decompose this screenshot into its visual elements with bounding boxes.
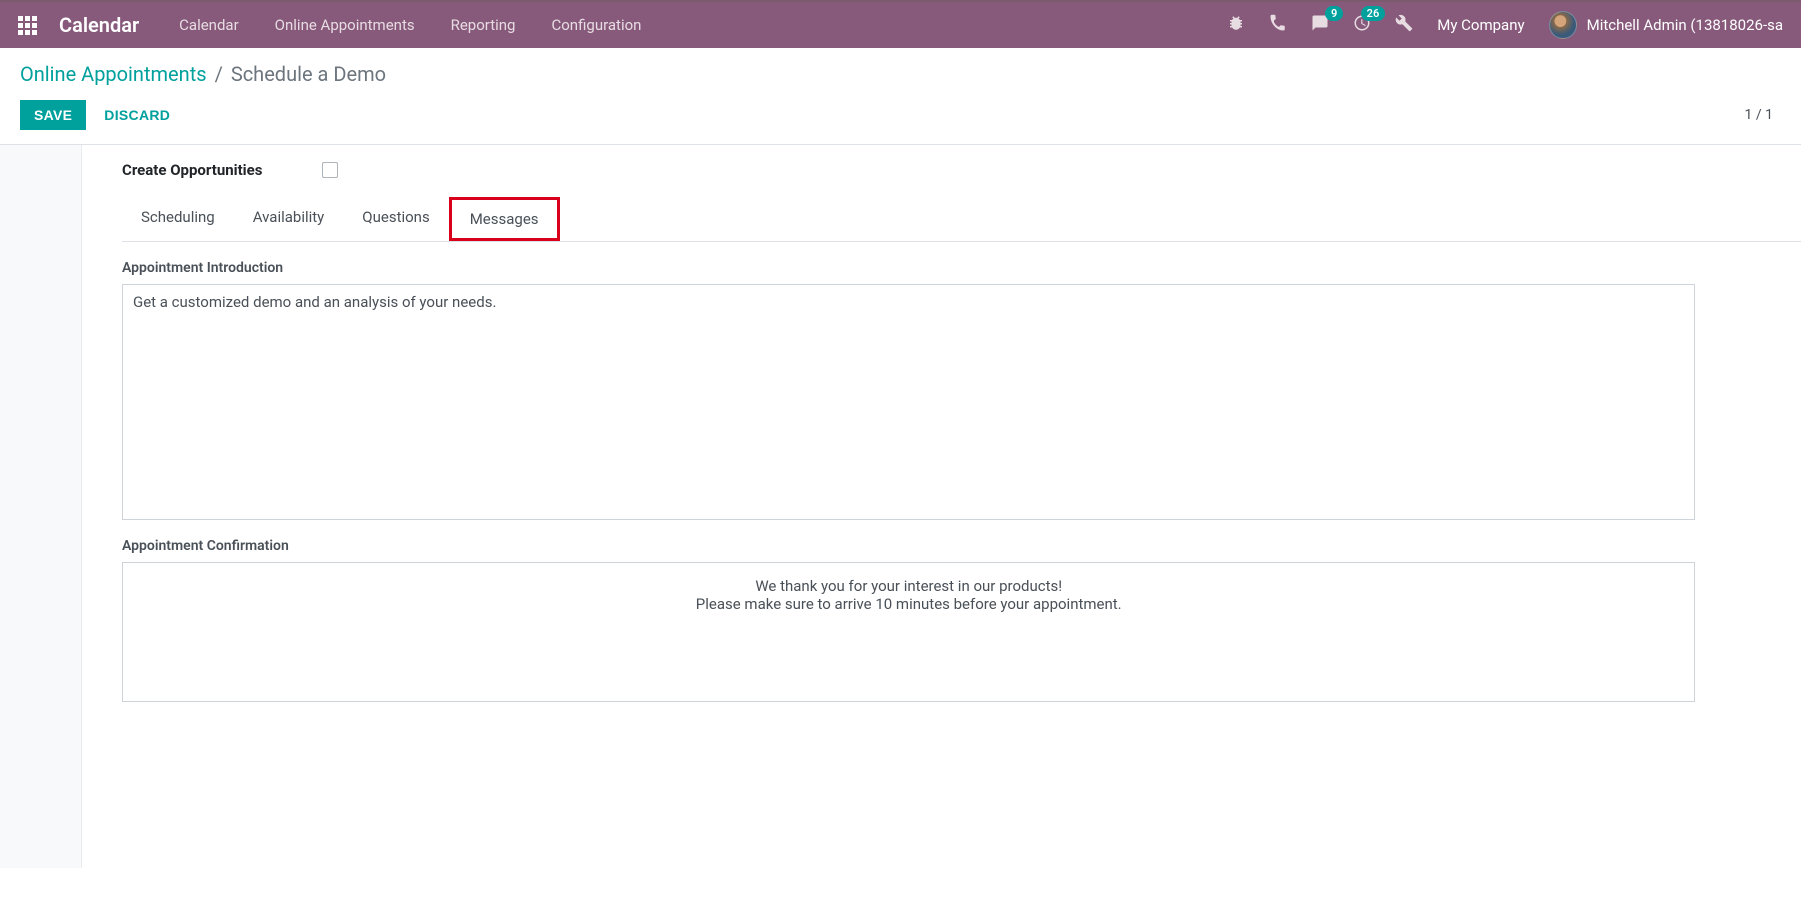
username: Mitchell Admin (13818026-sa	[1587, 16, 1783, 34]
create-opportunities-row: Create Opportunities	[82, 161, 1801, 197]
confirm-label: Appointment Confirmation	[122, 538, 1761, 554]
control-panel: Online Appointments / Schedule a Demo SA…	[0, 48, 1801, 145]
tab-availability[interactable]: Availability	[234, 197, 344, 241]
navbar: Calendar Calendar Online Appointments Re…	[0, 2, 1801, 48]
apps-icon[interactable]	[18, 16, 37, 35]
breadcrumb-current: Schedule a Demo	[231, 62, 386, 86]
intro-editor[interactable]: Get a customized demo and an analysis of…	[122, 284, 1695, 520]
nav-menu: Calendar Online Appointments Reporting C…	[179, 16, 641, 34]
app-brand[interactable]: Calendar	[59, 13, 139, 37]
section-intro: Appointment Introduction Get a customize…	[82, 242, 1801, 520]
section-confirmation: Appointment Confirmation We thank you fo…	[82, 520, 1801, 702]
activities-icon[interactable]: 26	[1353, 14, 1371, 36]
tab-scheduling[interactable]: Scheduling	[122, 197, 234, 241]
confirm-line2: Please make sure to arrive 10 minutes be…	[133, 595, 1684, 613]
activities-badge: 26	[1361, 6, 1386, 21]
tab-messages[interactable]: Messages	[449, 197, 560, 241]
messages-badge: 9	[1325, 6, 1343, 21]
breadcrumb: Online Appointments / Schedule a Demo	[20, 62, 1781, 86]
left-gutter	[0, 145, 82, 868]
intro-label: Appointment Introduction	[122, 260, 1761, 276]
confirm-editor[interactable]: We thank you for your interest in our pr…	[122, 562, 1695, 702]
company-name[interactable]: My Company	[1437, 16, 1524, 34]
pager[interactable]: 1 / 1	[1745, 107, 1773, 123]
nav-configuration[interactable]: Configuration	[551, 16, 641, 34]
create-opportunities-label: Create Opportunities	[122, 161, 322, 179]
discard-button[interactable]: DISCARD	[90, 100, 184, 130]
tabs: Scheduling Availability Questions Messag…	[122, 197, 1801, 242]
tab-questions[interactable]: Questions	[343, 197, 448, 241]
bug-icon[interactable]	[1227, 14, 1245, 36]
breadcrumb-parent[interactable]: Online Appointments	[20, 62, 207, 86]
create-opportunities-checkbox[interactable]	[322, 162, 338, 178]
breadcrumb-sep: /	[215, 62, 223, 86]
nav-calendar[interactable]: Calendar	[179, 16, 239, 34]
messages-icon[interactable]: 9	[1311, 14, 1329, 36]
user-menu[interactable]: Mitchell Admin (13818026-sa	[1549, 11, 1783, 39]
nav-online-appointments[interactable]: Online Appointments	[275, 16, 415, 34]
avatar	[1549, 11, 1577, 39]
save-button[interactable]: SAVE	[20, 100, 86, 130]
nav-reporting[interactable]: Reporting	[451, 16, 516, 34]
tools-icon[interactable]	[1395, 14, 1413, 36]
confirm-line1: We thank you for your interest in our pr…	[133, 577, 1684, 595]
phone-icon[interactable]	[1269, 14, 1287, 36]
